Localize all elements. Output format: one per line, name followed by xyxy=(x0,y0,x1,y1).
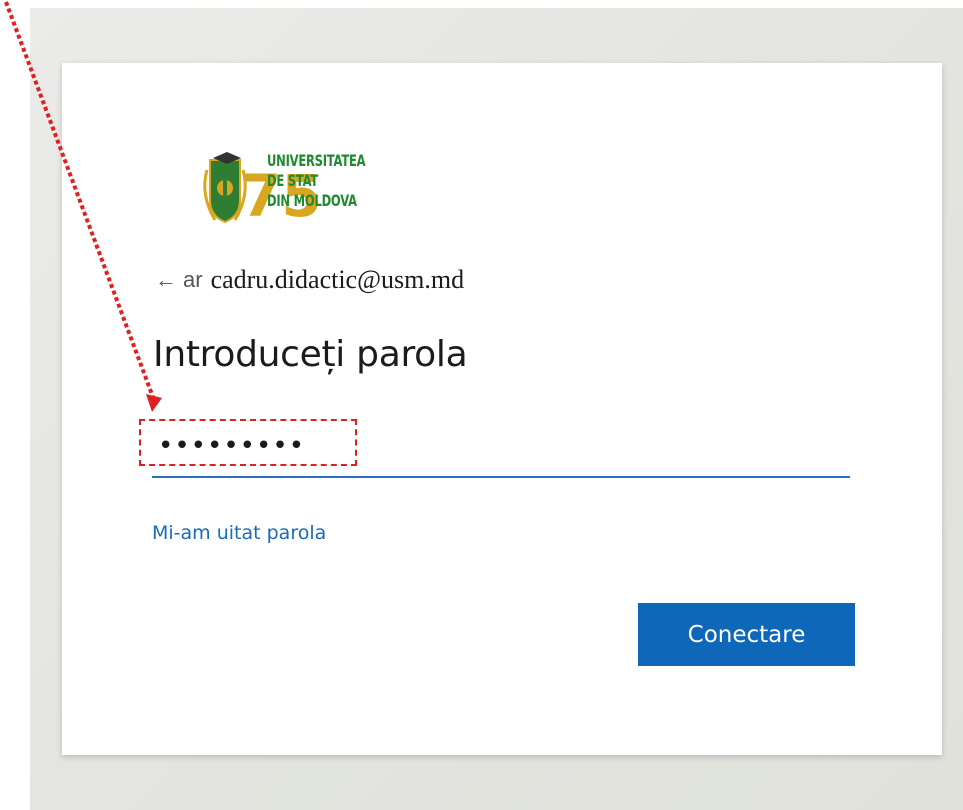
account-row: ← ar cadru.didactic@usm.md xyxy=(155,260,464,300)
page-title: Introduceți parola xyxy=(153,334,468,375)
sign-in-button[interactable]: Conectare xyxy=(638,603,855,666)
logo-line-1: UNIVERSITATEA xyxy=(267,151,366,170)
account-email: cadru.didactic@usm.md xyxy=(210,265,465,294)
logo-line-3: DIN MOLDOVA xyxy=(267,191,357,210)
back-text-fragment: ar xyxy=(183,267,203,292)
logo-text: UNIVERSITATEA DE STAT DIN MOLDOVA xyxy=(267,151,366,211)
back-arrow-icon[interactable]: ← xyxy=(155,267,177,293)
logo-line-2: DE STAT xyxy=(267,171,319,190)
password-field[interactable] xyxy=(152,420,850,478)
forgot-password-link[interactable]: Mi-am uitat parola xyxy=(152,522,326,544)
